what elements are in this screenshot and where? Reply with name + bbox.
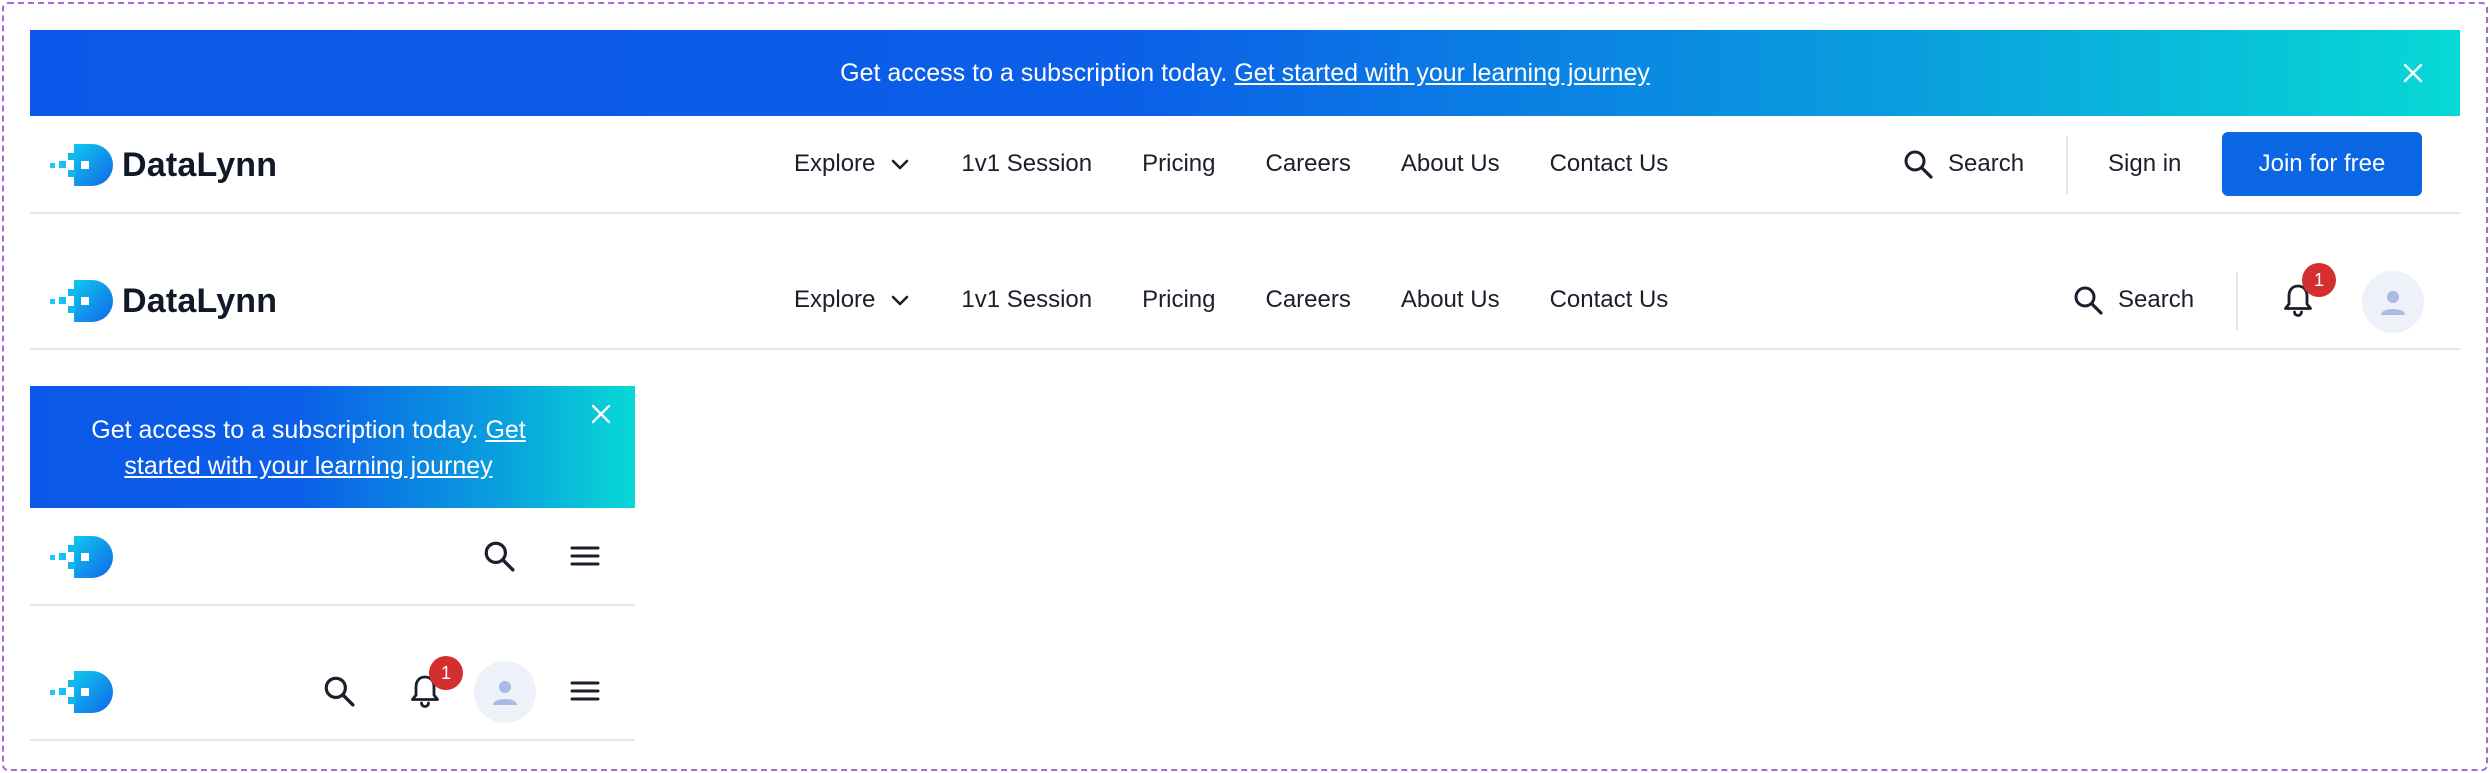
menu-icon xyxy=(570,546,600,566)
search-icon xyxy=(1904,150,1933,179)
menu-button[interactable] xyxy=(565,536,605,576)
nav-contact-us[interactable]: Contact Us xyxy=(1550,286,1669,314)
banner-link-part1[interactable]: Get xyxy=(485,416,525,444)
brand-logo-link[interactable]: DataLynn xyxy=(48,276,277,326)
search-icon xyxy=(484,541,515,572)
datalynn-logo-icon[interactable] xyxy=(48,532,114,582)
nav-contact-us[interactable]: Contact Us xyxy=(1550,150,1669,178)
banner-link[interactable]: Get started with your learning journey xyxy=(1234,59,1650,88)
user-icon xyxy=(2381,291,2405,315)
close-icon[interactable] xyxy=(2397,57,2429,89)
navbar-desktop-signed-in: DataLynn Explore 1v1 Session Pricing Car… xyxy=(30,252,2460,350)
search-button[interactable] xyxy=(479,536,519,576)
user-avatar[interactable] xyxy=(2362,271,2424,333)
search-icon xyxy=(324,676,355,707)
nav-explore[interactable]: Explore xyxy=(794,286,911,314)
nav-about-us[interactable]: About Us xyxy=(1401,150,1500,178)
promo-banner-desktop: Get access to a subscription today. Get … xyxy=(30,30,2460,116)
promo-banner-mobile: Get access to a subscription today. Get … xyxy=(30,386,635,508)
nav-careers[interactable]: Careers xyxy=(1265,150,1350,178)
banner-text: Get access to a subscription today. xyxy=(840,58,1228,87)
datalynn-logo-icon xyxy=(50,280,113,322)
navbar-mobile-signed-out xyxy=(30,508,635,606)
search-label: Search xyxy=(2118,286,2195,313)
chevron-down-icon xyxy=(892,159,909,170)
nav-1v1-session[interactable]: 1v1 Session xyxy=(961,286,1092,314)
nav-1v1-session[interactable]: 1v1 Session xyxy=(961,150,1092,178)
nav-explore-label: Explore xyxy=(794,150,876,177)
search-label: Search xyxy=(1948,150,2025,177)
primary-nav: Explore 1v1 Session Pricing Careers Abou… xyxy=(794,116,1718,212)
search-icon xyxy=(2074,286,2103,315)
search-button[interactable]: Search xyxy=(2072,252,2194,348)
nav-about-us[interactable]: About Us xyxy=(1401,286,1500,314)
nav-explore-label: Explore xyxy=(794,286,876,313)
brand-name: DataLynn xyxy=(122,281,278,320)
datalynn-logo-icon[interactable] xyxy=(48,667,114,717)
close-icon[interactable] xyxy=(585,398,617,430)
menu-button[interactable] xyxy=(565,671,605,711)
user-avatar[interactable] xyxy=(474,661,536,723)
banner-link-part2[interactable]: started with your learning journey xyxy=(124,452,492,480)
navbar-desktop-signed-out: DataLynn Explore 1v1 Session Pricing Car… xyxy=(30,116,2460,214)
sign-in-link[interactable]: Sign in xyxy=(2108,116,2181,212)
nav-explore[interactable]: Explore xyxy=(794,150,911,178)
primary-nav: Explore 1v1 Session Pricing Careers Abou… xyxy=(794,252,1718,348)
user-icon xyxy=(493,681,517,705)
chevron-down-icon xyxy=(892,295,909,306)
brand-name: DataLynn xyxy=(122,145,278,184)
brand-logo-link[interactable]: DataLynn xyxy=(48,140,277,190)
notification-badge: 1 xyxy=(2302,263,2336,297)
menu-icon xyxy=(570,681,600,701)
nav-divider xyxy=(2236,272,2238,330)
navbar-mobile-signed-in: 1 xyxy=(30,643,635,741)
nav-pricing[interactable]: Pricing xyxy=(1142,150,1215,178)
join-for-free-button[interactable]: Join for free xyxy=(2222,132,2422,196)
nav-pricing[interactable]: Pricing xyxy=(1142,286,1215,314)
nav-careers[interactable]: Careers xyxy=(1265,286,1350,314)
search-button[interactable] xyxy=(319,671,359,711)
datalynn-logo-icon xyxy=(50,144,113,186)
banner-text: Get access to a subscription today. xyxy=(91,416,479,444)
notification-badge: 1 xyxy=(429,656,463,690)
nav-divider xyxy=(2066,136,2068,194)
search-button[interactable]: Search xyxy=(1902,116,2024,212)
